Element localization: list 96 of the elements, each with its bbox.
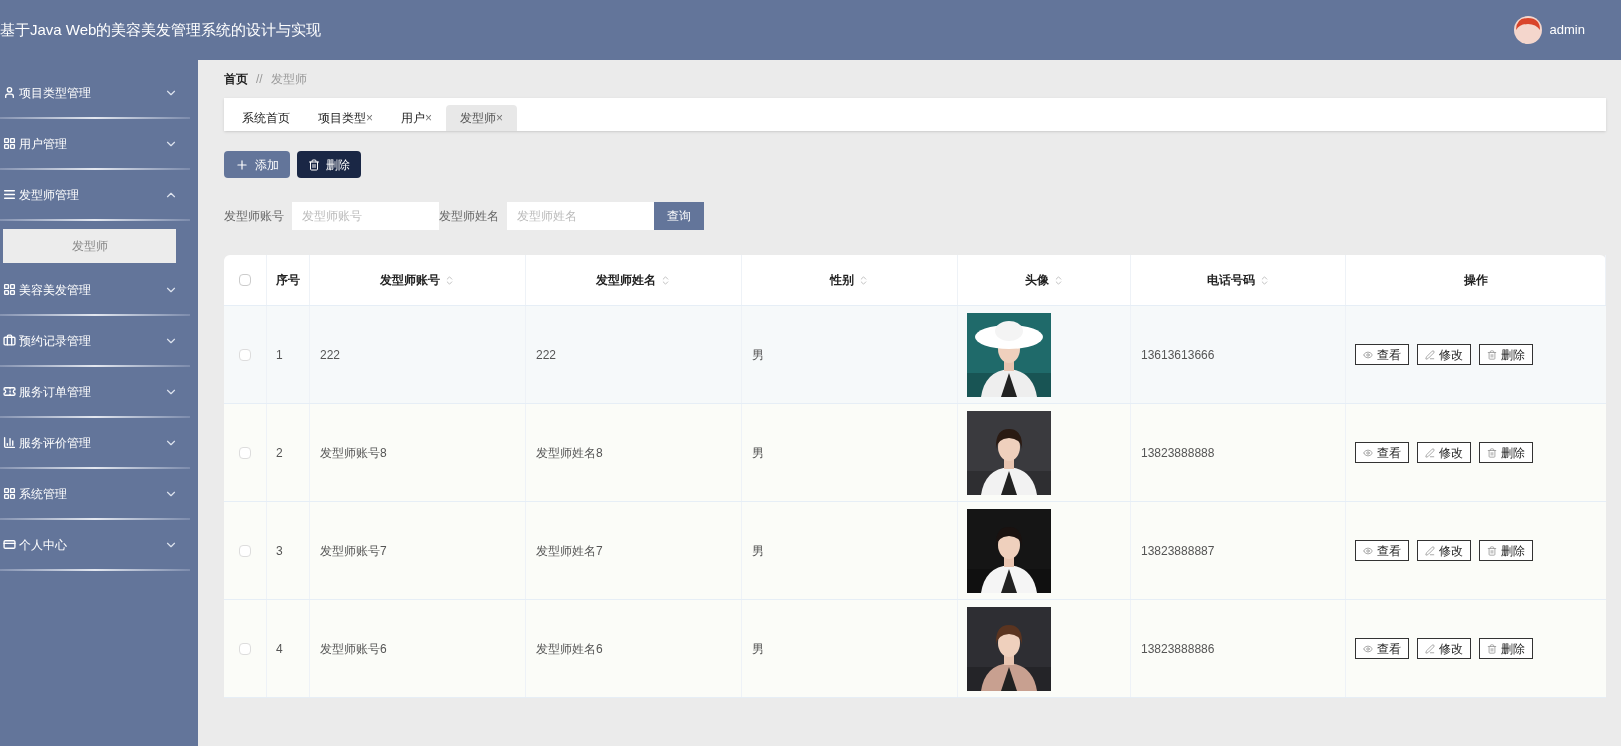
table-cell-text: 发型师姓名6 — [536, 640, 603, 658]
trash-icon — [308, 158, 320, 171]
grid-icon — [3, 283, 16, 296]
tab[interactable]: 系统首页 — [228, 105, 304, 131]
table-cell-text: 男 — [752, 640, 764, 658]
list-icon — [3, 188, 16, 201]
ticket-icon — [3, 385, 16, 398]
breadcrumb-link[interactable]: 首页 — [224, 70, 248, 88]
app-title: 基于Java Web的美容美发管理系统的设计与实现 — [0, 19, 322, 40]
column-header[interactable]: 发型师姓名 — [596, 271, 671, 289]
eye-icon — [1363, 447, 1373, 458]
trash-icon — [1487, 643, 1497, 654]
plus-icon — [235, 157, 249, 172]
edit-button[interactable]: 修改 — [1417, 638, 1471, 659]
edit-button[interactable]: 修改 — [1417, 540, 1471, 561]
table-cell-text: 4 — [276, 640, 283, 658]
view-button[interactable]: 查看 — [1355, 540, 1409, 561]
select-all-checkbox[interactable] — [239, 274, 251, 286]
row-checkbox[interactable] — [239, 446, 251, 459]
field-label: 发型师姓名 — [439, 208, 500, 225]
table-cell-text: 发型师姓名7 — [536, 542, 603, 560]
trash-icon — [1487, 349, 1497, 360]
column-header[interactable]: 头像 — [1024, 271, 1064, 289]
row-checkbox[interactable] — [239, 544, 251, 557]
table-cell-text: 男 — [752, 346, 764, 364]
avatar-icon — [1513, 16, 1542, 44]
sidebar-item[interactable]: 项目类型管理 — [0, 68, 198, 117]
field-label: 发型师账号 — [224, 208, 285, 225]
table-cell-text: 222 — [320, 346, 341, 364]
tab[interactable]: 项目类型× — [304, 105, 387, 131]
sidebar-item[interactable]: 用户管理 — [0, 119, 198, 168]
table-cell-text: 13823888887 — [1141, 542, 1215, 560]
pen-icon — [1425, 349, 1435, 360]
table-cell-text: 13823888888 — [1141, 444, 1215, 462]
breadcrumb-current: 发型师 — [270, 71, 307, 88]
tab[interactable]: 发型师× — [446, 105, 518, 131]
sidebar-item[interactable]: 美容美发管理 — [0, 265, 198, 314]
table-cell-text: 3 — [276, 542, 283, 560]
sidebar-item[interactable]: 系统管理 — [0, 469, 198, 518]
table-cell-text: 发型师账号8 — [320, 444, 387, 462]
table-cell-text: 13823888886 — [1141, 640, 1215, 658]
eye-icon — [1363, 545, 1373, 556]
bars-icon — [3, 436, 16, 449]
pen-icon — [1425, 643, 1435, 654]
trash-icon — [1487, 447, 1497, 458]
table-cell-text: 13613613666 — [1141, 346, 1215, 364]
sort-icon[interactable] — [660, 274, 671, 286]
column-header[interactable]: 电话号码 — [1206, 271, 1270, 289]
view-button[interactable]: 查看 — [1355, 442, 1409, 463]
edit-button[interactable]: 修改 — [1417, 442, 1471, 463]
sidebar-item[interactable]: 发型师管理 — [0, 170, 198, 219]
delete-button[interactable]: 删除 — [1479, 344, 1533, 365]
table-cell-text: 男 — [752, 444, 764, 462]
search-field[interactable]: 发型师姓名 — [507, 202, 654, 230]
add-button[interactable]: 添加 — [224, 151, 290, 178]
row-checkbox[interactable] — [239, 348, 251, 361]
sort-icon[interactable] — [858, 274, 869, 286]
eye-icon — [1363, 349, 1373, 360]
column-header[interactable]: 性别 — [830, 271, 869, 289]
column-header[interactable]: 序号 — [276, 271, 300, 289]
pen-icon — [1425, 447, 1435, 458]
table-cell-text: 2 — [276, 444, 283, 462]
tab[interactable]: 用户× — [387, 105, 447, 131]
eye-icon — [1363, 643, 1373, 654]
pen-icon — [1425, 545, 1435, 556]
breadcrumb-separator: // — [256, 71, 263, 88]
edit-button[interactable]: 修改 — [1417, 344, 1471, 365]
card-icon — [3, 538, 16, 551]
row-checkbox[interactable] — [239, 642, 251, 655]
briefcase-icon — [3, 334, 16, 347]
grid-icon — [3, 487, 16, 500]
delete-button[interactable]: 删除 — [1479, 638, 1533, 659]
delete-button[interactable]: 删除 — [1479, 540, 1533, 561]
query-button[interactable]: 查询 — [654, 202, 704, 230]
view-button[interactable]: 查看 — [1355, 638, 1409, 659]
sidebar-item[interactable]: 预约记录管理 — [0, 316, 198, 365]
table-cell-text: 男 — [752, 542, 764, 560]
trash-icon — [1487, 545, 1497, 556]
grid-icon — [3, 137, 16, 150]
user-icon — [3, 86, 16, 99]
table-cell-text: 1 — [276, 346, 283, 364]
sidebar-item[interactable]: 服务订单管理 — [0, 367, 198, 416]
column-header[interactable]: 操作 — [1463, 271, 1488, 289]
search-field[interactable]: 发型师账号 — [292, 202, 439, 230]
table-cell-text: 发型师账号6 — [320, 640, 387, 658]
delete-button[interactable]: 删除 — [297, 151, 361, 178]
delete-button[interactable]: 删除 — [1479, 442, 1533, 463]
sidebar-item[interactable]: 服务评价管理 — [0, 418, 198, 467]
user-name[interactable]: admin — [1549, 20, 1585, 40]
view-button[interactable]: 查看 — [1355, 344, 1409, 365]
column-header[interactable]: 发型师账号 — [380, 271, 455, 289]
sidebar-item[interactable]: 个人中心 — [0, 520, 198, 569]
table-cell-text: 发型师姓名8 — [536, 444, 603, 462]
table-cell-text: 222 — [536, 346, 557, 364]
table-cell-text: 发型师账号7 — [320, 542, 387, 560]
sort-icon[interactable] — [444, 274, 455, 286]
